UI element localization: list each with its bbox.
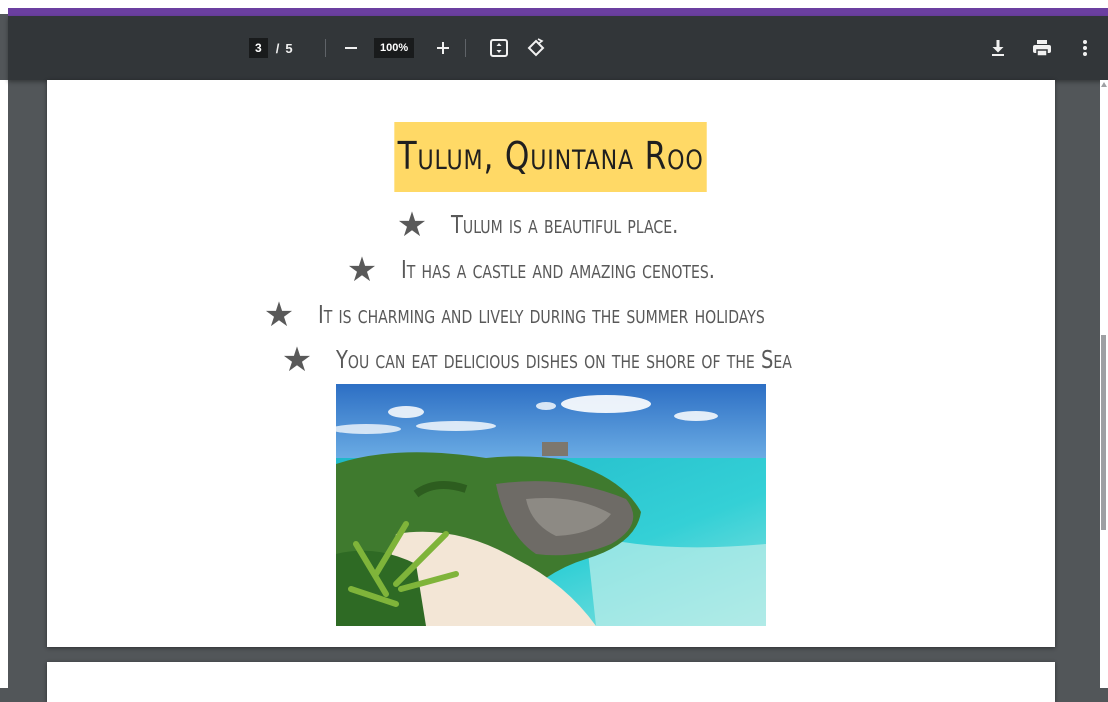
toolbar-divider xyxy=(325,39,326,57)
pdf-toolbar: 3 / 5 100% xyxy=(8,16,1108,80)
rotate-button[interactable] xyxy=(523,35,549,61)
browser-accent-bar xyxy=(0,0,1108,16)
bullet-text: Tulum is a beautiful place. xyxy=(451,210,679,239)
accent-band xyxy=(8,8,1108,16)
current-page-input[interactable]: 3 xyxy=(249,38,268,58)
document-title: Tulum, Quintana Roo xyxy=(394,122,708,192)
more-actions-button[interactable] xyxy=(1072,35,1098,61)
zoom-out-button[interactable] xyxy=(338,35,364,61)
scroll-up-arrow-icon[interactable] xyxy=(1101,82,1107,87)
star-icon: ★ xyxy=(346,249,378,290)
page-separator: / xyxy=(275,40,280,56)
star-icon: ★ xyxy=(263,294,295,335)
pdf-page-3: Tulum, Quintana Roo ★ Tulum is a beautif… xyxy=(47,80,1055,647)
zoom-in-button[interactable] xyxy=(430,35,456,61)
page-indicator: 3 / 5 xyxy=(249,16,293,80)
zoom-level-input[interactable]: 100% xyxy=(374,38,415,58)
left-edge xyxy=(0,80,8,688)
title-wrapper: Tulum, Quintana Roo xyxy=(47,122,1055,192)
more-vert-icon xyxy=(1083,40,1087,56)
bullet-text: It is charming and lively during the sum… xyxy=(318,300,766,329)
bullet-item: ★ It has a castle and amazing cenotes. xyxy=(31,247,1055,292)
fit-to-page-icon xyxy=(490,39,508,57)
fit-to-page-button[interactable] xyxy=(486,35,512,61)
download-button[interactable] xyxy=(985,35,1011,61)
beach-photo-image xyxy=(336,384,766,626)
total-pages: 5 xyxy=(285,40,293,56)
bullet-item: ★ Tulum is a beautiful place. xyxy=(33,202,1055,247)
viewer-scrollbar[interactable] xyxy=(1100,80,1108,688)
bullet-text: It has a castle and amazing cenotes. xyxy=(401,255,716,284)
pdf-page-4 xyxy=(47,662,1055,702)
print-icon xyxy=(1033,40,1051,57)
rotate-icon xyxy=(527,38,545,57)
bullet-item: ★ It is charming and lively during the s… xyxy=(33,292,1055,337)
star-icon: ★ xyxy=(396,204,428,245)
print-button[interactable] xyxy=(1029,35,1055,61)
tulum-beach-photo xyxy=(336,384,766,626)
minus-icon xyxy=(345,47,357,49)
plus-icon xyxy=(437,42,449,54)
bullet-item: ★ You can eat delicious dishes on the sh… xyxy=(33,337,1055,382)
star-icon: ★ xyxy=(281,339,313,380)
scrollbar-thumb[interactable] xyxy=(1101,335,1106,530)
bullet-list: ★ Tulum is a beautiful place. ★ It has a… xyxy=(47,202,1055,382)
bullet-text: You can eat delicious dishes on the shor… xyxy=(336,345,793,374)
download-icon xyxy=(992,40,1004,56)
toolbar-divider xyxy=(465,39,466,57)
